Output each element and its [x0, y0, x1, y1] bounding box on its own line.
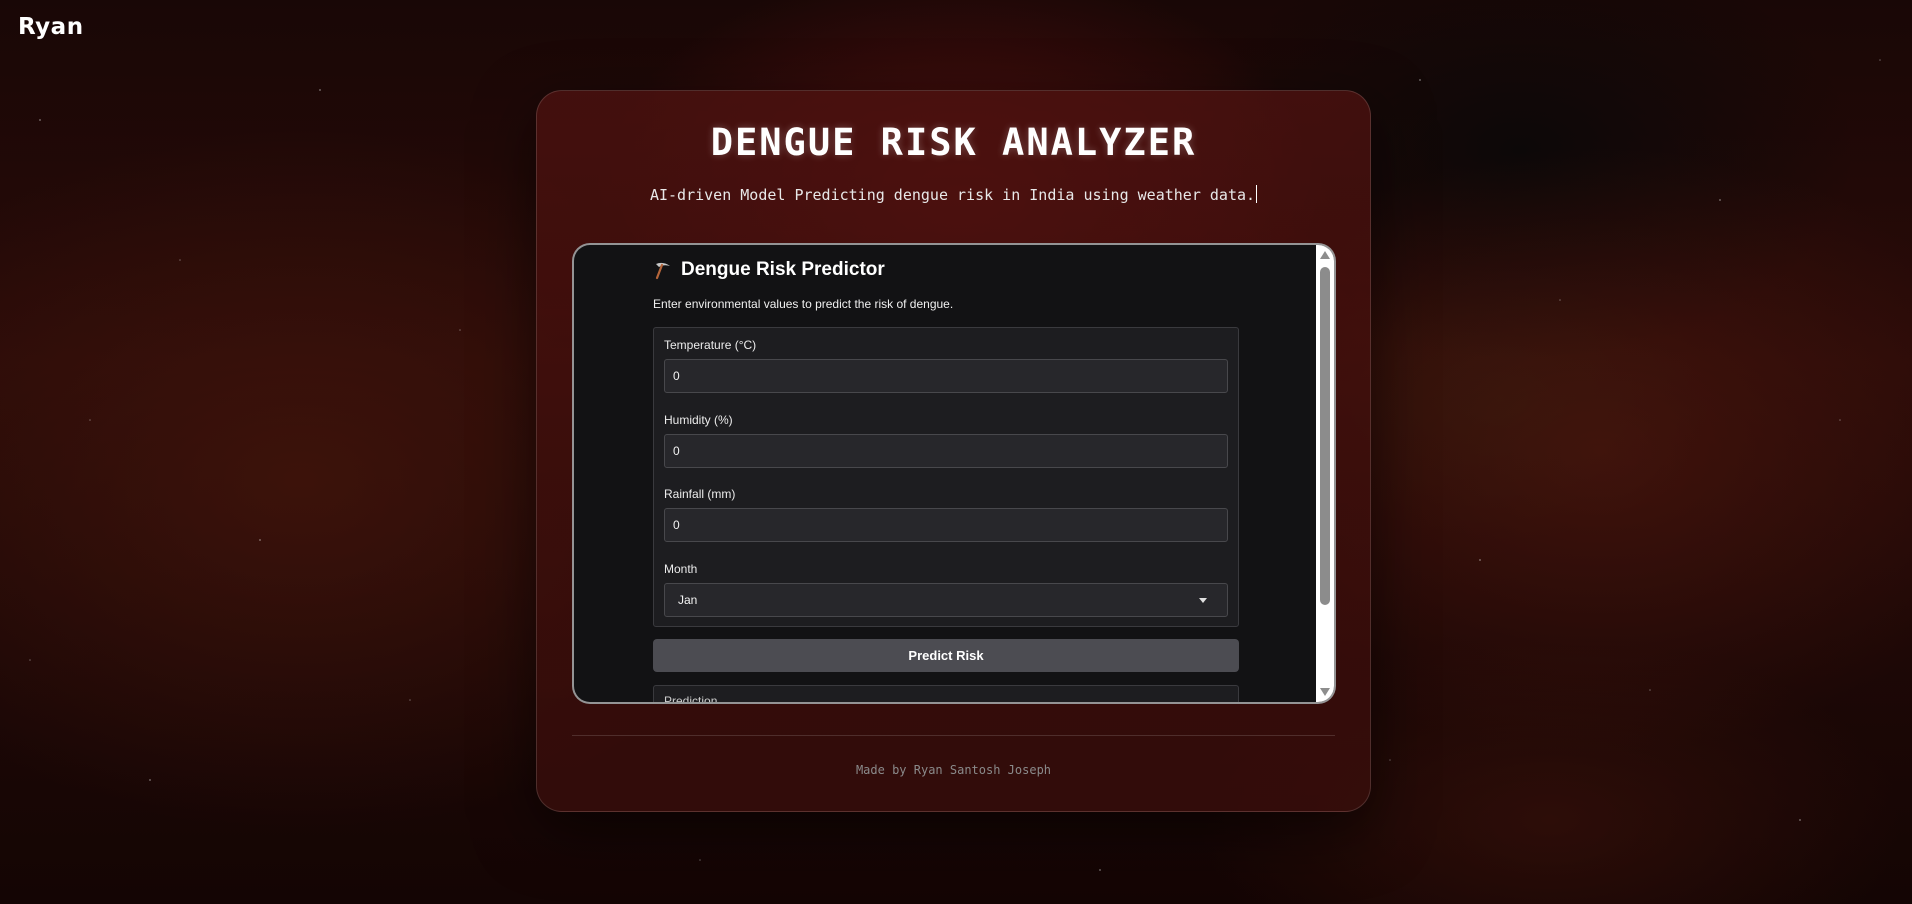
- app-title: Dengue Risk Predictor: [653, 259, 885, 281]
- month-select[interactable]: Jan: [664, 583, 1228, 617]
- scroll-up-arrow-icon[interactable]: [1320, 251, 1330, 259]
- typing-caret: [1256, 185, 1258, 203]
- page-subtitle: AI-driven Model Predicting dengue risk i…: [537, 185, 1370, 204]
- month-select-value: Jan: [678, 593, 698, 607]
- scrollbar-thumb[interactable]: [1320, 267, 1330, 605]
- prediction-form: Temperature (°C) 0 Humidity (%) 0 Rainfa…: [653, 327, 1239, 627]
- analyzer-card: DENGUE RISK ANALYZER AI-driven Model Pre…: [536, 90, 1371, 812]
- chevron-down-icon: [1199, 598, 1207, 603]
- prediction-output: Prediction: [653, 685, 1239, 704]
- month-label: Month: [664, 562, 698, 576]
- scroll-down-arrow-icon[interactable]: [1320, 688, 1330, 696]
- temperature-label: Temperature (°C): [664, 338, 757, 352]
- subtitle-text: AI-driven Model Predicting dengue risk i…: [649, 186, 1256, 204]
- humidity-label: Humidity (%): [664, 413, 733, 427]
- rainfall-label: Rainfall (mm): [664, 487, 736, 501]
- app-title-text: Dengue Risk Predictor: [681, 259, 885, 280]
- frame-scrollbar[interactable]: [1316, 245, 1334, 702]
- temperature-input[interactable]: 0: [664, 359, 1228, 393]
- predict-risk-button[interactable]: Predict Risk: [653, 639, 1239, 672]
- brand-logo[interactable]: Ryan: [18, 14, 84, 40]
- footer-credit: Made by Ryan Santosh Joseph: [855, 763, 1052, 777]
- app-description: Enter environmental values to predict th…: [653, 297, 954, 311]
- rainfall-input[interactable]: 0: [664, 508, 1228, 542]
- page-title: DENGUE RISK ANALYZER: [710, 121, 1197, 164]
- prediction-output-label: Prediction: [664, 694, 718, 704]
- footer-divider: [572, 735, 1335, 736]
- predictor-app-frame[interactable]: Dengue Risk Predictor Enter environmenta…: [572, 243, 1336, 704]
- humidity-input[interactable]: 0: [664, 434, 1228, 468]
- pickaxe-icon: [655, 262, 670, 280]
